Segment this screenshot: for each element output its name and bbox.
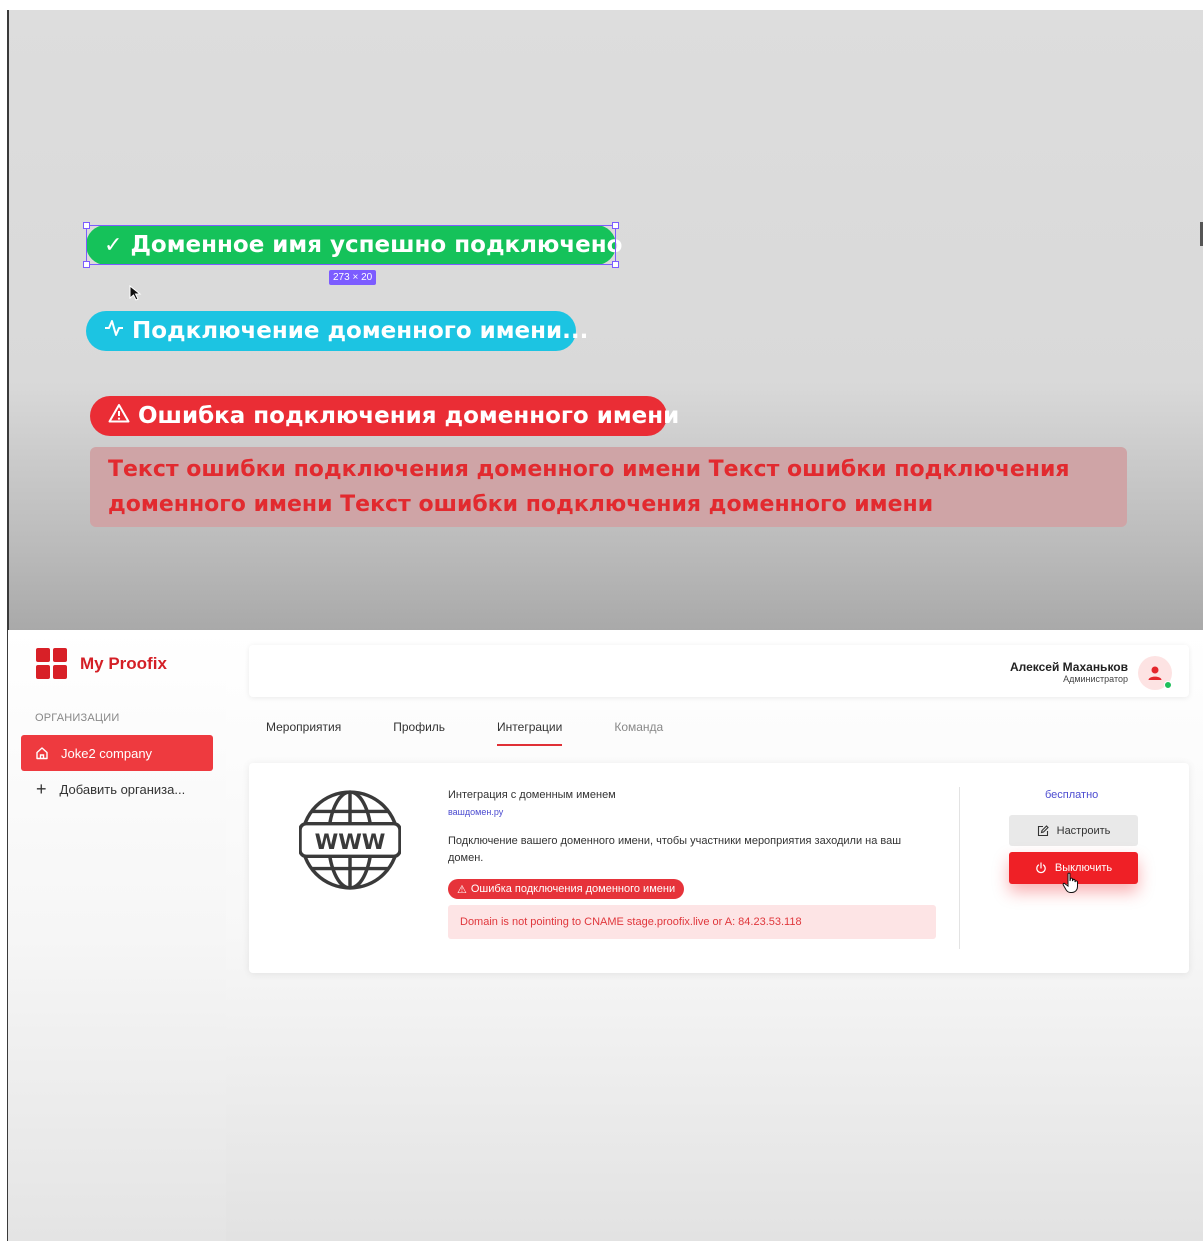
tab-integrations[interactable]: Интеграции: [497, 716, 563, 746]
sidebar: My Proofix ОРГАНИЗАЦИИ Joke2 company + Д…: [8, 630, 226, 1241]
price-label: бесплатно: [1045, 789, 1099, 801]
status-badge-text: Ошибка подключения доменного имени: [470, 883, 676, 895]
domain-link[interactable]: вашдомен.ру: [448, 807, 503, 817]
check-icon: ✓: [104, 232, 123, 258]
online-status-dot: [1164, 681, 1172, 689]
integration-title: Интеграция с доменным именем: [448, 789, 616, 801]
tab-bar: Мероприятия Профиль Интеграции Команда: [266, 716, 715, 746]
logo[interactable]: My Proofix: [36, 648, 167, 680]
warning-icon: [108, 403, 130, 429]
connecting-pill-text: Подключение доменного имени...: [132, 318, 589, 344]
hand-cursor-icon: [1062, 872, 1078, 893]
add-organization-label: Добавить организа...: [59, 781, 186, 797]
status-badge: ⚠ Ошибка подключения доменного имени: [448, 879, 685, 899]
app-window: My Proofix ОРГАНИЗАЦИИ Joke2 company + Д…: [8, 630, 1203, 1241]
error-pill-text: Ошибка подключения доменного имени: [138, 403, 680, 429]
header-bar: Алексей Маханьков Администратор: [249, 645, 1189, 697]
edit-icon: [1037, 824, 1049, 837]
connecting-pill[interactable]: Подключение доменного имени...: [86, 311, 588, 351]
sidebar-item-org[interactable]: Joke2 company: [21, 735, 213, 771]
plus-icon: +: [36, 778, 47, 799]
warning-icon: ⚠: [457, 883, 467, 896]
organizations-heading: ОРГАНИЗАЦИИ: [35, 712, 120, 724]
success-pill[interactable]: ✓ Доменное имя успешно подключено: [86, 225, 622, 265]
home-icon: [35, 746, 49, 760]
tab-team[interactable]: Команда: [614, 716, 663, 746]
logo-grid-icon: [36, 648, 68, 680]
divider: [959, 787, 960, 949]
user-name: Алексей Маханьков: [1009, 660, 1128, 674]
org-name: Joke2 company: [61, 745, 153, 761]
avatar[interactable]: [1138, 656, 1172, 690]
tab-events[interactable]: Мероприятия: [266, 716, 341, 746]
brand-name: My Proofix: [80, 654, 167, 673]
user-role: Администратор: [1063, 674, 1128, 684]
error-pill[interactable]: Ошибка подключения доменного имени: [90, 396, 679, 436]
power-icon: [1035, 862, 1047, 874]
www-globe-icon: WWW: [299, 790, 401, 890]
svg-text:WWW: WWW: [315, 830, 386, 855]
add-organization-button[interactable]: + Добавить организа...: [36, 778, 185, 800]
cursor-arrow-icon: [129, 285, 142, 301]
error-text-block: Текст ошибки подключения доменного имени…: [90, 447, 1127, 527]
integration-card: WWW Интеграция с доменным именем вашдоме…: [249, 763, 1189, 973]
success-pill-text: Доменное имя успешно подключено: [130, 232, 623, 258]
setup-button[interactable]: Настроить: [1009, 815, 1138, 846]
setup-button-label: Настроить: [1056, 824, 1111, 837]
error-message: Domain is not pointing to CNAME stage.pr…: [448, 905, 936, 939]
tab-profile[interactable]: Профиль: [393, 716, 445, 746]
activity-icon: [104, 318, 124, 344]
size-badge: 273 × 20: [329, 270, 377, 285]
user-icon: [1148, 666, 1162, 680]
integration-description: Подключение вашего доменного имени, чтоб…: [448, 835, 902, 864]
